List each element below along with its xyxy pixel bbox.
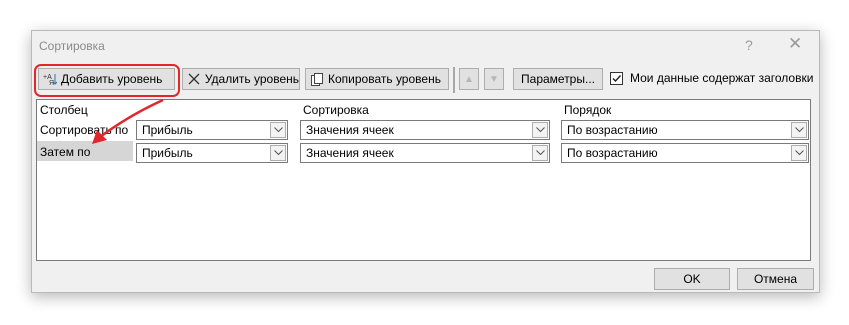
annotation-arrow-icon [92, 98, 164, 144]
